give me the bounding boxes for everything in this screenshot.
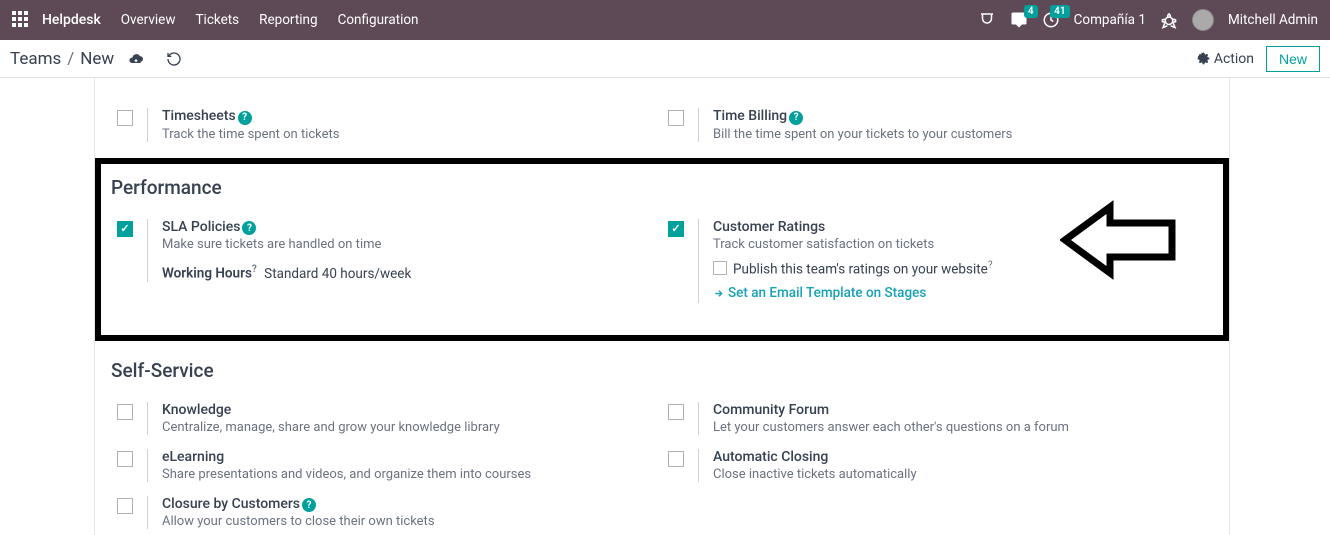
ratings-title: Customer Ratings	[713, 219, 1207, 235]
breadcrumb-root[interactable]: Teams	[10, 49, 61, 69]
company-switcher[interactable]: Compañía 1	[1074, 12, 1146, 28]
ratings-desc: Track customer satisfaction on tickets	[713, 237, 1207, 252]
nav-overview[interactable]: Overview	[121, 12, 176, 28]
field-sla: SLA Policies? Make sure tickets are hand…	[117, 219, 656, 282]
nav-configuration[interactable]: Configuration	[338, 12, 419, 28]
checkbox-closure[interactable]	[117, 498, 133, 514]
wh-help-sup[interactable]: ?	[252, 264, 257, 275]
discard-icon[interactable]	[166, 51, 182, 67]
new-button[interactable]: New	[1266, 46, 1320, 72]
checkbox-autoclose[interactable]	[668, 451, 684, 467]
messages-badge: 4	[1024, 5, 1038, 18]
top-navbar: Helpdesk Overview Tickets Reporting Conf…	[0, 0, 1330, 40]
field-forum: Community Forum Let your customers answe…	[668, 402, 1207, 435]
activities-icon[interactable]: 41	[1042, 11, 1060, 29]
save-cloud-icon[interactable]	[128, 51, 144, 67]
app-brand[interactable]: Helpdesk	[42, 12, 101, 28]
help-icon[interactable]: ?	[238, 111, 252, 125]
email-link-label: Set an Email Template on Stages	[728, 285, 926, 301]
apps-icon[interactable]	[12, 11, 30, 29]
activities-badge: 41	[1050, 5, 1069, 18]
action-label: Action	[1214, 51, 1254, 67]
checkbox-ratings[interactable]	[668, 221, 684, 237]
publish-label: Publish this team's ratings on your webs…	[733, 261, 988, 277]
checkbox-timesheets[interactable]	[117, 110, 133, 126]
debug-icon[interactable]	[1160, 11, 1178, 29]
working-hours-row: Working Hours? Standard 40 hours/week	[162, 264, 656, 282]
knowledge-title: Knowledge	[162, 402, 656, 418]
nav-tickets[interactable]: Tickets	[195, 12, 239, 28]
wh-value[interactable]: Standard 40 hours/week	[264, 266, 411, 282]
checkbox-publish-ratings[interactable]	[713, 261, 727, 275]
checkbox-elearning[interactable]	[117, 451, 133, 467]
field-ratings: Customer Ratings Track customer satisfac…	[668, 219, 1207, 303]
sla-desc: Make sure tickets are handled on time	[162, 237, 656, 252]
checkbox-billing[interactable]	[668, 110, 684, 126]
checkbox-knowledge[interactable]	[117, 404, 133, 420]
knowledge-desc: Centralize, manage, share and grow your …	[162, 420, 656, 435]
publish-help-sup[interactable]: ?	[988, 260, 993, 271]
checkbox-forum[interactable]	[668, 404, 684, 420]
content-area: Timesheets? Track the time spent on tick…	[0, 78, 1330, 535]
breadcrumb: Teams / New	[10, 49, 182, 69]
user-name[interactable]: Mitchell Admin	[1228, 12, 1318, 28]
closure-desc: Allow your customers to close their own …	[162, 514, 656, 529]
topbar-right: 4 41 Compañía 1 Mitchell Admin	[978, 9, 1318, 31]
voip-icon[interactable]	[978, 11, 996, 29]
help-icon[interactable]: ?	[789, 111, 803, 125]
field-autoclose: Automatic Closing Close inactive tickets…	[668, 449, 1207, 482]
help-icon[interactable]: ?	[242, 221, 256, 235]
publish-ratings-row: Publish this team's ratings on your webs…	[713, 260, 1207, 278]
billing-title: Time Billing	[713, 108, 787, 124]
checkbox-sla[interactable]	[117, 221, 133, 237]
nav-reporting[interactable]: Reporting	[259, 12, 317, 28]
elearning-title: eLearning	[162, 449, 656, 465]
autoclose-title: Automatic Closing	[713, 449, 1207, 465]
wh-label: Working Hours	[162, 266, 252, 282]
subbar-actions: Action New	[1197, 46, 1320, 72]
autoclose-desc: Close inactive tickets automatically	[713, 467, 1207, 482]
timesheets-desc: Track the time spent on tickets	[162, 127, 656, 142]
email-template-link[interactable]: Set an Email Template on Stages	[713, 285, 926, 301]
help-icon[interactable]: ?	[302, 498, 316, 512]
breadcrumb-bar: Teams / New Action New	[0, 40, 1330, 78]
elearning-desc: Share presentations and videos, and orga…	[162, 467, 656, 482]
performance-highlight-box: Performance SLA Policies? Make sure tick…	[95, 158, 1229, 341]
breadcrumb-current: New	[80, 49, 114, 69]
closure-title: Closure by Customers	[162, 496, 300, 512]
messages-icon[interactable]: 4	[1010, 11, 1028, 29]
breadcrumb-sep: /	[67, 49, 74, 69]
tracking-row: Timesheets? Track the time spent on tick…	[95, 78, 1229, 158]
field-closure: Closure by Customers? Allow your custome…	[117, 496, 656, 530]
form-panel: Timesheets? Track the time spent on tick…	[94, 78, 1230, 535]
billing-desc: Bill the time spent on your tickets to y…	[713, 127, 1207, 142]
field-elearning: eLearning Share presentations and videos…	[117, 449, 656, 482]
field-timesheets: Timesheets? Track the time spent on tick…	[117, 108, 656, 142]
selfservice-heading: Self-Service	[111, 353, 1213, 392]
forum-title: Community Forum	[713, 402, 1207, 418]
field-knowledge: Knowledge Centralize, manage, share and …	[117, 402, 656, 435]
sla-title: SLA Policies	[162, 219, 240, 235]
forum-desc: Let your customers answer each other's q…	[713, 420, 1207, 435]
field-billing: Time Billing? Bill the time spent on you…	[668, 108, 1207, 142]
timesheets-title: Timesheets	[162, 108, 236, 124]
user-avatar[interactable]	[1192, 9, 1214, 31]
performance-heading: Performance	[111, 170, 1213, 209]
action-menu[interactable]: Action	[1197, 51, 1254, 67]
